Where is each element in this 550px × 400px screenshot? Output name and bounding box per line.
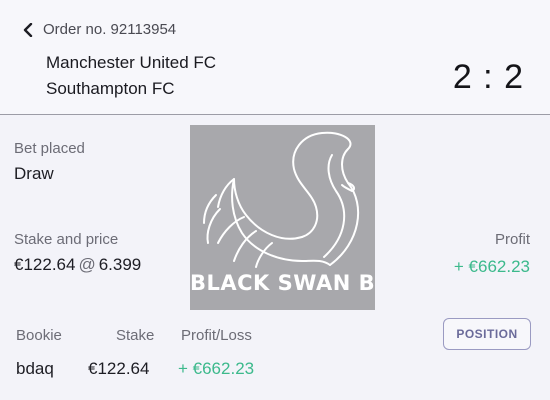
row-profit-loss: + €662.23 xyxy=(178,359,255,378)
row-bookie: bdaq xyxy=(16,359,54,378)
stake-price-label: Stake and price xyxy=(14,231,119,248)
price-value: 6.399 xyxy=(98,255,142,274)
row-stake: €122.64 xyxy=(88,359,150,378)
profit-value: + €662.23 xyxy=(453,257,530,276)
match-score: 2 : 2 xyxy=(452,58,524,96)
profit-loss-column-header: Profit/Loss xyxy=(181,327,252,344)
stake-column-header: Stake xyxy=(116,327,155,344)
chevron-left-icon[interactable] xyxy=(20,22,36,38)
order-header: Order no. 92113954 Manchester United FC … xyxy=(0,0,550,115)
at-symbol: @ xyxy=(78,255,96,274)
home-team: Manchester United FC xyxy=(46,53,217,72)
away-team: Southampton FC xyxy=(46,79,175,98)
bet-placed-label: Bet placed xyxy=(14,140,85,157)
watermark-wordmark: BLACK SWAN BET$ xyxy=(190,271,375,295)
position-button[interactable]: POSITION xyxy=(443,318,531,350)
black-swan-bets-watermark-logo: BLACK SWAN BET$ xyxy=(190,125,375,310)
order-detail-screen: Order no. 92113954 Manchester United FC … xyxy=(0,0,550,400)
bet-placed-value: Draw xyxy=(14,164,54,183)
stake-amount: €122.64 xyxy=(14,255,76,274)
order-number: Order no. 92113954 xyxy=(43,21,177,38)
stake-price-value: €122.64 @6.399 xyxy=(14,255,141,275)
bookie-column-header: Bookie xyxy=(16,327,62,344)
profit-label: Profit xyxy=(494,231,530,248)
